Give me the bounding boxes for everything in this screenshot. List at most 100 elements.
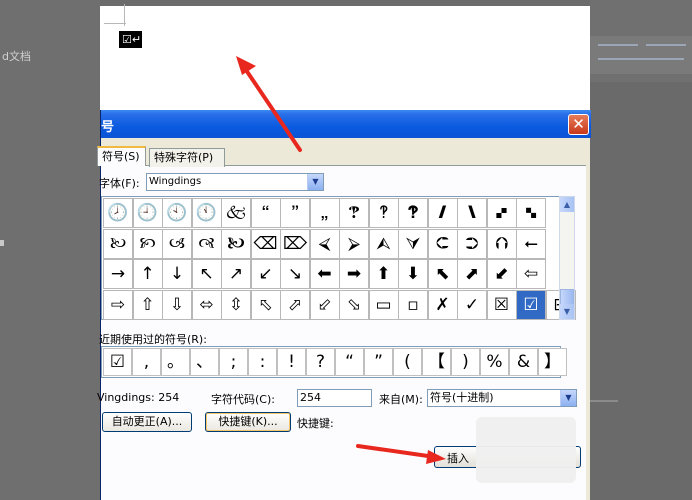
- close-button[interactable]: ✕: [568, 114, 589, 135]
- tab-symbols[interactable]: 符号(S): [97, 146, 146, 166]
- recent-symbol[interactable]: ): [451, 348, 480, 376]
- symbol-cell[interactable]: 🙼: [427, 198, 458, 228]
- symbol-cell[interactable]: 🙡: [132, 228, 163, 259]
- symbol-cell[interactable]: ⮘: [309, 228, 340, 259]
- recent-symbol[interactable]: “: [335, 348, 364, 376]
- inserted-symbol[interactable]: ☑↵: [119, 31, 142, 48]
- recent-symbol[interactable]: 、: [190, 348, 219, 376]
- from-select-value: 符号(十进制): [430, 391, 494, 404]
- font-select[interactable]: Wingdings ▼: [146, 173, 324, 191]
- symbol-cell[interactable]: ⬃: [309, 289, 340, 320]
- symbol-cell[interactable]: ⬋: [486, 259, 517, 289]
- symbol-cell[interactable]: ☒: [486, 289, 517, 320]
- recent-symbol[interactable]: 【: [422, 348, 451, 376]
- symbol-cell[interactable]: ▫: [398, 289, 428, 320]
- symbol-cell[interactable]: ↖: [191, 259, 222, 289]
- symbol-cell[interactable]: 🙷: [280, 198, 310, 228]
- symbol-cell[interactable]: ⇨: [103, 289, 133, 320]
- symbol-cell[interactable]: ⮊: [457, 228, 487, 259]
- recent-symbol[interactable]: %: [480, 348, 509, 376]
- recent-symbol[interactable]: 】: [538, 348, 567, 376]
- recent-symbol[interactable]: ;: [219, 348, 248, 376]
- recent-symbol[interactable]: ,: [132, 348, 161, 376]
- symbol-cell[interactable]: ✓: [457, 289, 487, 320]
- symbol-cell[interactable]: ⮚: [339, 228, 369, 259]
- chevron-down-icon[interactable]: ▼: [307, 174, 323, 190]
- font-select-value: Wingdings: [149, 176, 202, 187]
- chevron-down-icon[interactable]: ▼: [560, 390, 576, 406]
- symbol-cell[interactable]: ↘: [280, 259, 310, 289]
- symbol-cell[interactable]: ⬇: [398, 259, 428, 289]
- symbol-cell[interactable]: ↙: [250, 259, 281, 289]
- symbol-cell[interactable]: ⬁: [250, 289, 281, 320]
- symbol-cell[interactable]: ↑: [132, 259, 163, 289]
- tab-special-characters[interactable]: 特殊字符(P): [149, 148, 225, 167]
- recent-symbol[interactable]: &: [509, 348, 538, 376]
- symbol-cell[interactable]: ⬆: [368, 259, 399, 289]
- symbol-cell[interactable]: ☑: [516, 289, 546, 320]
- symbol-cell[interactable]: ➡: [339, 259, 369, 289]
- symbol-cell[interactable]: 🙤: [221, 228, 251, 259]
- symbol-cell[interactable]: 🙻: [398, 198, 428, 228]
- background-doc-label: d文档: [2, 50, 31, 63]
- symbol-cell[interactable]: 🙶: [250, 198, 281, 228]
- symbol-cell[interactable]: ⮛: [398, 228, 428, 259]
- symbol-cell[interactable]: 🙠: [103, 228, 133, 259]
- autocorrect-button[interactable]: 自动更正(A)...: [102, 412, 192, 432]
- recent-symbol[interactable]: !: [277, 348, 306, 376]
- from-select[interactable]: 符号(十进制) ▼: [427, 389, 577, 407]
- symbol-cell[interactable]: 🕘: [132, 198, 163, 228]
- recent-symbol[interactable]: ?: [306, 348, 335, 376]
- symbol-cell[interactable]: ↓: [162, 259, 192, 289]
- symbol-cell[interactable]: ⮙: [368, 228, 399, 259]
- document-page[interactable]: [100, 6, 590, 110]
- symbol-cell[interactable]: 🙿: [516, 198, 546, 228]
- symbol-cell[interactable]: 🕙: [162, 198, 192, 228]
- symbol-cell[interactable]: ⬀: [280, 289, 310, 320]
- symbol-cell[interactable]: ▭: [368, 289, 399, 320]
- symbol-cell[interactable]: ↗: [221, 259, 251, 289]
- symbol-cell[interactable]: ⬉: [427, 259, 458, 289]
- symbol-cell[interactable]: →: [103, 259, 133, 289]
- symbol-cell[interactable]: 🙺: [368, 198, 399, 228]
- symbol-cell[interactable]: ⇦: [516, 259, 546, 289]
- symbol-grid[interactable]: 🕗 🕘 🕙 🕚 🙵 🙶 🙷 🙸 🙹 🙺 🙻 🙼 🙽 🙾 🙿 🙠 🙡 🙢 🙣 🙤 ⌫ ⌦ ⮘ ⮚ ⮙ ⮛ ⮈ ⮊ ⮉ ⭠ → ↑ ↓ ↖ ↗ ↙ ↘ ⬅ ➡ ⬆…: [101, 196, 576, 320]
- shortcut-key-button[interactable]: 快捷键(K)...: [205, 412, 291, 432]
- scroll-up-icon[interactable]: ▲: [560, 197, 574, 212]
- symbol-cell[interactable]: 🙢: [162, 228, 192, 259]
- symbol-cell[interactable]: ⬈: [457, 259, 487, 289]
- dialog-titlebar[interactable]: 号 ✕: [101, 110, 591, 138]
- symbol-cell[interactable]: ⮉: [486, 228, 517, 259]
- symbol-cell[interactable]: ⬅: [309, 259, 340, 289]
- recent-symbol[interactable]: ”: [364, 348, 393, 376]
- symbol-cell[interactable]: 🙾: [486, 198, 517, 228]
- symbol-cell[interactable]: ⌫: [250, 228, 281, 259]
- symbol-cell[interactable]: 🕚: [191, 198, 222, 228]
- symbol-cell[interactable]: ⬂: [339, 289, 369, 320]
- symbol-cell[interactable]: ⇩: [162, 289, 192, 320]
- scroll-thumb[interactable]: [560, 289, 574, 305]
- symbol-cell[interactable]: ⌦: [280, 228, 310, 259]
- scroll-down-icon[interactable]: ▼: [560, 304, 574, 319]
- recent-symbol[interactable]: :: [248, 348, 277, 376]
- symbol-cell[interactable]: 🙣: [191, 228, 222, 259]
- symbol-dialog: 号 ✕ 符号(S) 特殊字符(P) 字体(F): Wingdings ▼ 🕗 🕘 🕙…: [97, 110, 591, 500]
- symbol-cell[interactable]: ⭠: [516, 228, 546, 259]
- font-label: 字体(F):: [99, 177, 140, 190]
- recent-symbol[interactable]: 。: [161, 348, 190, 376]
- dialog-title: 号: [101, 120, 115, 135]
- symbol-cell[interactable]: 🙸: [309, 198, 340, 228]
- symbol-cell[interactable]: ⇧: [132, 289, 163, 320]
- symbol-cell[interactable]: ⮈: [427, 228, 458, 259]
- symbol-cell[interactable]: ✗: [427, 289, 458, 320]
- symbol-cell[interactable]: 🙵: [221, 198, 251, 228]
- recent-symbol[interactable]: (: [393, 348, 422, 376]
- symbol-cell[interactable]: ⇳: [221, 289, 251, 320]
- symbol-cell[interactable]: 🕗: [103, 198, 133, 228]
- recent-symbol[interactable]: ☑: [103, 348, 132, 376]
- symbol-cell[interactable]: 🙹: [339, 198, 369, 228]
- symbol-cell[interactable]: ⬄: [191, 289, 222, 320]
- symbol-cell[interactable]: 🙽: [457, 198, 487, 228]
- grid-scrollbar[interactable]: ▲ ▼: [559, 196, 575, 320]
- char-code-input[interactable]: 254: [297, 389, 372, 407]
